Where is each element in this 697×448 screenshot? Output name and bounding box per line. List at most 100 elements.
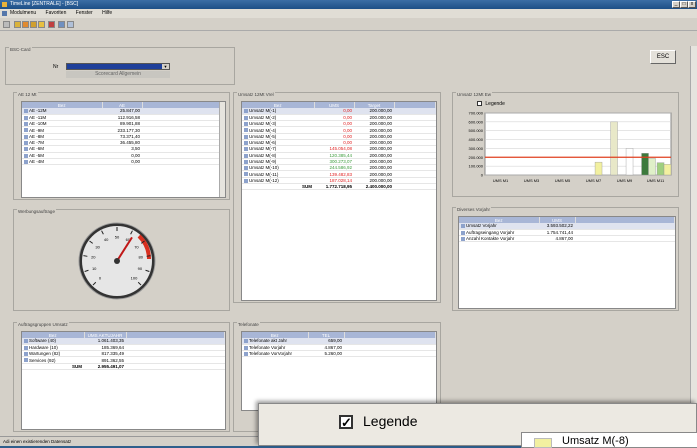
row-indicator-icon [24,128,28,133]
row-indicator-icon [24,134,28,139]
zoom-legend-partial-label: Umsatz M(-8) [562,435,629,447]
zoom-legend-checkbox[interactable]: ✓ [339,415,353,429]
umsatz-sum-target: 2.400.000,00 [354,183,394,191]
chart-bar [648,158,656,176]
gauge-tick-label: 70 [134,244,139,249]
umsatz-table-box: Bez UMS Target Umsatz M(-1) 0,00 200.000,0… [241,101,437,301]
chart-x-tick-label: UMS M1 [493,178,509,183]
menu-fenster[interactable]: Fenster [76,10,93,16]
toolbar-window-icon[interactable] [67,21,74,28]
row-indicator-icon [24,352,28,357]
row-indicator-icon [24,159,28,164]
nr-dropdown[interactable]: ▼ [66,63,170,70]
speedometer-gauge: 0102030405060708090100 [78,222,156,300]
chart-y-tick-label: 100.000 [469,164,484,169]
toolbar-filter-icon[interactable] [48,21,55,28]
gauge-tick [83,255,88,257]
chart-panel-title: Umsatz 12Mt Ew [456,92,493,97]
ae-cell-value: 0,00 [102,158,142,166]
close-button[interactable]: x [688,1,696,8]
umsatz-label: Umsatz M(-11) [249,171,279,177]
ae-label: AE -10M [29,121,47,127]
auftrag-label: Hardware (10) [29,344,58,350]
chart-x-tick-label: UMS M11 [647,178,665,183]
umsatz-sum-blank [394,183,436,191]
ae-row[interactable]: AE -4M 0,00 [22,158,225,166]
minimize-button[interactable]: _ [672,1,680,8]
gauge-tick-label: 80 [138,255,143,260]
auftrag-header-ums[interactable]: UMS AKTUJAHR [84,332,127,338]
umsatz-label: Umsatz M(-12) [249,177,279,183]
menu-modulmenu[interactable]: Modulmenu [10,10,36,16]
umsatz-label: Umsatz M(-5) [249,133,277,139]
telefon-panel-title: Telefonate [237,322,260,327]
telefon-cell-blank [344,350,436,358]
chart-y-tick-label: 200.000 [469,155,484,160]
umsatz-label: Umsatz M(-3) [249,121,277,127]
gauge-panel: Werbungsauftrage 0 10 20 30 40 50 60 70 80 90 100 [13,209,230,311]
row-indicator-icon [244,140,248,145]
app-window: TimeLine [ZENTRALE] - [BSC] _ □ x Modulm… [0,0,697,446]
gauge-tick-label: 30 [95,244,100,249]
chart-bar [610,121,618,176]
bsc-card-title: BSC-Card [9,47,32,52]
auftrag-sum-row: SUM 2.955.491,07 [22,363,225,371]
toolbar-help-icon[interactable] [58,21,65,28]
chart-x-tick-label: UMS M5 [555,178,571,183]
chart-y-tick-label: 300.000 [469,146,484,151]
maximize-button[interactable]: □ [680,1,688,8]
row-indicator-icon [461,224,465,229]
row-indicator-icon [244,128,248,133]
diverses-row[interactable]: Anzahl Kontakte Vorjahr 4.867,00 [459,235,675,243]
chevron-down-icon[interactable]: ▼ [162,64,169,69]
ae-label: AE -5M [29,152,45,158]
toolbar-open-icon[interactable] [14,21,21,28]
row-indicator-icon [24,109,28,114]
umsatz-label: Umsatz M(-1) [249,108,277,114]
ae-table-box: Bez AE AE -12M 25.847,00 AE -11M 112.916,58… [21,101,226,198]
row-indicator-icon [244,172,248,177]
main-scrollbar[interactable] [690,46,697,441]
chart-bar [641,153,649,176]
row-indicator-icon [244,166,248,171]
legend-checkbox[interactable] [477,101,482,107]
row-indicator-icon [24,358,28,363]
ae-cell-blank [142,158,225,166]
esc-button[interactable]: ESC [650,50,676,64]
menu-hilfe[interactable]: Hilfe [102,10,112,16]
row-indicator-icon [24,140,28,145]
status-text: Adi einen existierenden Datensatz [3,439,72,444]
row-indicator-icon [244,178,248,183]
row-indicator-icon [244,159,248,164]
toolbar-star-icon[interactable] [38,21,45,28]
toolbar-save-icon[interactable] [30,21,37,28]
auftrag-sum-label: SUM [22,363,84,371]
umsatz-label: Umsatz M(-8) [249,152,277,158]
row-indicator-icon [24,147,28,152]
auftrag-sum-blank [126,363,225,371]
legend-checkbox-row[interactable]: Legende [477,101,505,108]
gauge-tick-label: 20 [91,255,96,260]
umsatz-label: Umsatz M(-10) [249,165,279,171]
umsatz-sum-ums: 1.772.718,95 [314,183,354,191]
ae-panel-title: AE 12 Mt [17,92,38,97]
telefon-row[interactable]: Telefonate VorVorjahr 5.260,00 [242,350,436,358]
toolbar-new-icon[interactable] [3,21,10,28]
diverses-table: Bez UMS Umsatz Vorjahr 3.593.502,22 Auftra… [459,217,675,243]
ae-scrollbar[interactable] [219,102,225,197]
row-indicator-icon [24,339,28,344]
menu-favoriten[interactable]: Favoriten [46,10,67,16]
row-indicator-icon [24,115,28,120]
row-indicator-icon [244,352,248,357]
diverses-table-box: Bez UMS Umsatz Vorjahr 3.593.502,22 Auftra… [458,216,676,309]
chart-panel: Umsatz 12Mt Ew Legende 700.000 600.000 500… [452,92,679,197]
toolbar-folder-icon[interactable] [22,21,29,28]
telefon-label: Telefonate Vorjahr [249,344,286,350]
scorecard-name-field: Scorecard Allgemein [66,71,170,78]
umsatz-label: Umsatz M(-2) [249,114,277,120]
row-indicator-icon [244,345,248,350]
nr-label: Nr [53,64,59,70]
telefon-label: Telefonate akt Jahr [249,338,288,344]
row-indicator-icon [244,339,248,344]
zoom-legend-swatch [534,438,552,448]
